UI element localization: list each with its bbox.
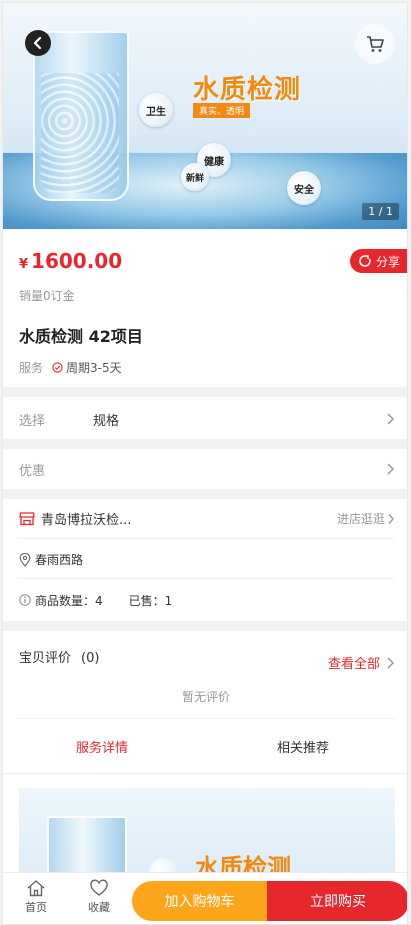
cart-button[interactable] bbox=[355, 24, 395, 64]
sold-count: 已售：1 bbox=[128, 593, 173, 608]
shop-row[interactable]: 青岛博拉沃检... 进店逛逛 bbox=[19, 499, 395, 539]
select-value: 规格 bbox=[93, 413, 120, 429]
shop-address: 春雨西路 bbox=[35, 553, 84, 567]
divider bbox=[3, 773, 407, 774]
enter-shop-link[interactable]: 进店逛逛 bbox=[337, 510, 395, 527]
banner-subline: 真实、透明 bbox=[193, 103, 251, 118]
share-label: 分享 bbox=[375, 254, 400, 269]
buy-now-button[interactable]: 立即购买 bbox=[267, 881, 407, 921]
discount-row[interactable]: 优惠 bbox=[3, 449, 407, 489]
nav-favorite-label: 收藏 bbox=[88, 901, 110, 914]
price-value: 1600.00 bbox=[31, 249, 123, 273]
product-image-carousel[interactable]: 卫生 健康 新鲜 安全 水质检测 真实、透明 1 / 1 bbox=[3, 3, 407, 229]
tab-service-details[interactable]: 服务详情 bbox=[76, 737, 128, 756]
sales-count: 销量0订金 bbox=[19, 289, 75, 303]
tab-related-recommendations[interactable]: 相关推荐 bbox=[277, 737, 329, 756]
chevron-left-icon bbox=[33, 36, 42, 50]
location-pin-icon bbox=[19, 552, 31, 567]
currency-symbol: ¥ bbox=[19, 257, 29, 272]
nav-favorite[interactable]: 收藏 bbox=[79, 879, 119, 915]
check-circle-icon bbox=[52, 362, 63, 373]
select-label: 选择 bbox=[19, 413, 46, 429]
home-icon bbox=[27, 880, 45, 897]
product-detail-page: 卫生 健康 新鲜 安全 水质检测 真实、透明 1 / 1 ¥1600.00 分享… bbox=[2, 2, 408, 925]
discount-label: 优惠 bbox=[19, 463, 46, 479]
enter-shop-label: 进店逛逛 bbox=[336, 512, 385, 526]
add-to-cart-button[interactable]: 加入购物车 bbox=[132, 881, 267, 921]
share-button[interactable]: 分享 bbox=[349, 249, 407, 273]
divider bbox=[3, 489, 407, 499]
product-title: 水质检测 42项目 bbox=[19, 327, 143, 346]
reviews-title-group: 宝贝评价 (0) bbox=[19, 647, 99, 666]
view-all-label: 查看全部 bbox=[327, 657, 380, 672]
shopping-cart-icon bbox=[367, 36, 384, 52]
service-row: 服务 周期3-5天 bbox=[19, 359, 122, 376]
heart-icon bbox=[90, 879, 108, 896]
chevron-right-icon bbox=[387, 413, 395, 425]
nav-home-label: 首页 bbox=[25, 901, 47, 914]
divider bbox=[19, 718, 395, 719]
divider bbox=[3, 621, 407, 631]
chevron-right-icon bbox=[388, 513, 394, 524]
chevron-right-icon bbox=[387, 656, 395, 669]
divider bbox=[3, 439, 407, 449]
nav-home[interactable]: 首页 bbox=[16, 879, 56, 915]
store-icon bbox=[19, 512, 35, 526]
view-all-reviews-link[interactable]: 查看全部 bbox=[328, 653, 395, 672]
badge-fresh: 新鲜 bbox=[181, 163, 209, 191]
spec-select-row[interactable]: 选择 规格 bbox=[3, 399, 407, 439]
badge-hygiene: 卫生 bbox=[139, 93, 173, 127]
reviews-title: 宝贝评价 bbox=[19, 651, 72, 666]
chevron-right-icon bbox=[387, 463, 395, 475]
banner-headline: 水质检测 bbox=[193, 75, 302, 105]
info-icon bbox=[19, 594, 31, 606]
shop-name: 青岛博拉沃检... bbox=[41, 513, 132, 528]
service-label: 服务 bbox=[19, 361, 44, 375]
service-cycle: 周期3-5天 bbox=[52, 359, 122, 376]
no-reviews-text: 暂无评价 bbox=[181, 690, 230, 704]
shop-stats-row: 商品数量：4 已售：1 bbox=[19, 581, 395, 619]
shop-address-row: 春雨西路 bbox=[19, 541, 395, 579]
share-icon bbox=[359, 255, 371, 267]
bottom-action-bar: 首页 收藏 加入购物车 立即购买 bbox=[3, 872, 407, 924]
image-page-indicator: 1 / 1 bbox=[362, 203, 399, 220]
product-price: ¥1600.00 bbox=[19, 249, 122, 273]
reviews-count: (0) bbox=[81, 651, 100, 666]
cycle-text: 周期3-5天 bbox=[66, 361, 122, 375]
back-button[interactable] bbox=[25, 30, 51, 56]
price-row: ¥1600.00 分享 bbox=[3, 241, 407, 281]
divider bbox=[3, 387, 407, 397]
badge-safe: 安全 bbox=[287, 171, 321, 205]
product-count: 商品数量：4 bbox=[35, 593, 103, 608]
water-glass-graphic bbox=[33, 31, 129, 201]
